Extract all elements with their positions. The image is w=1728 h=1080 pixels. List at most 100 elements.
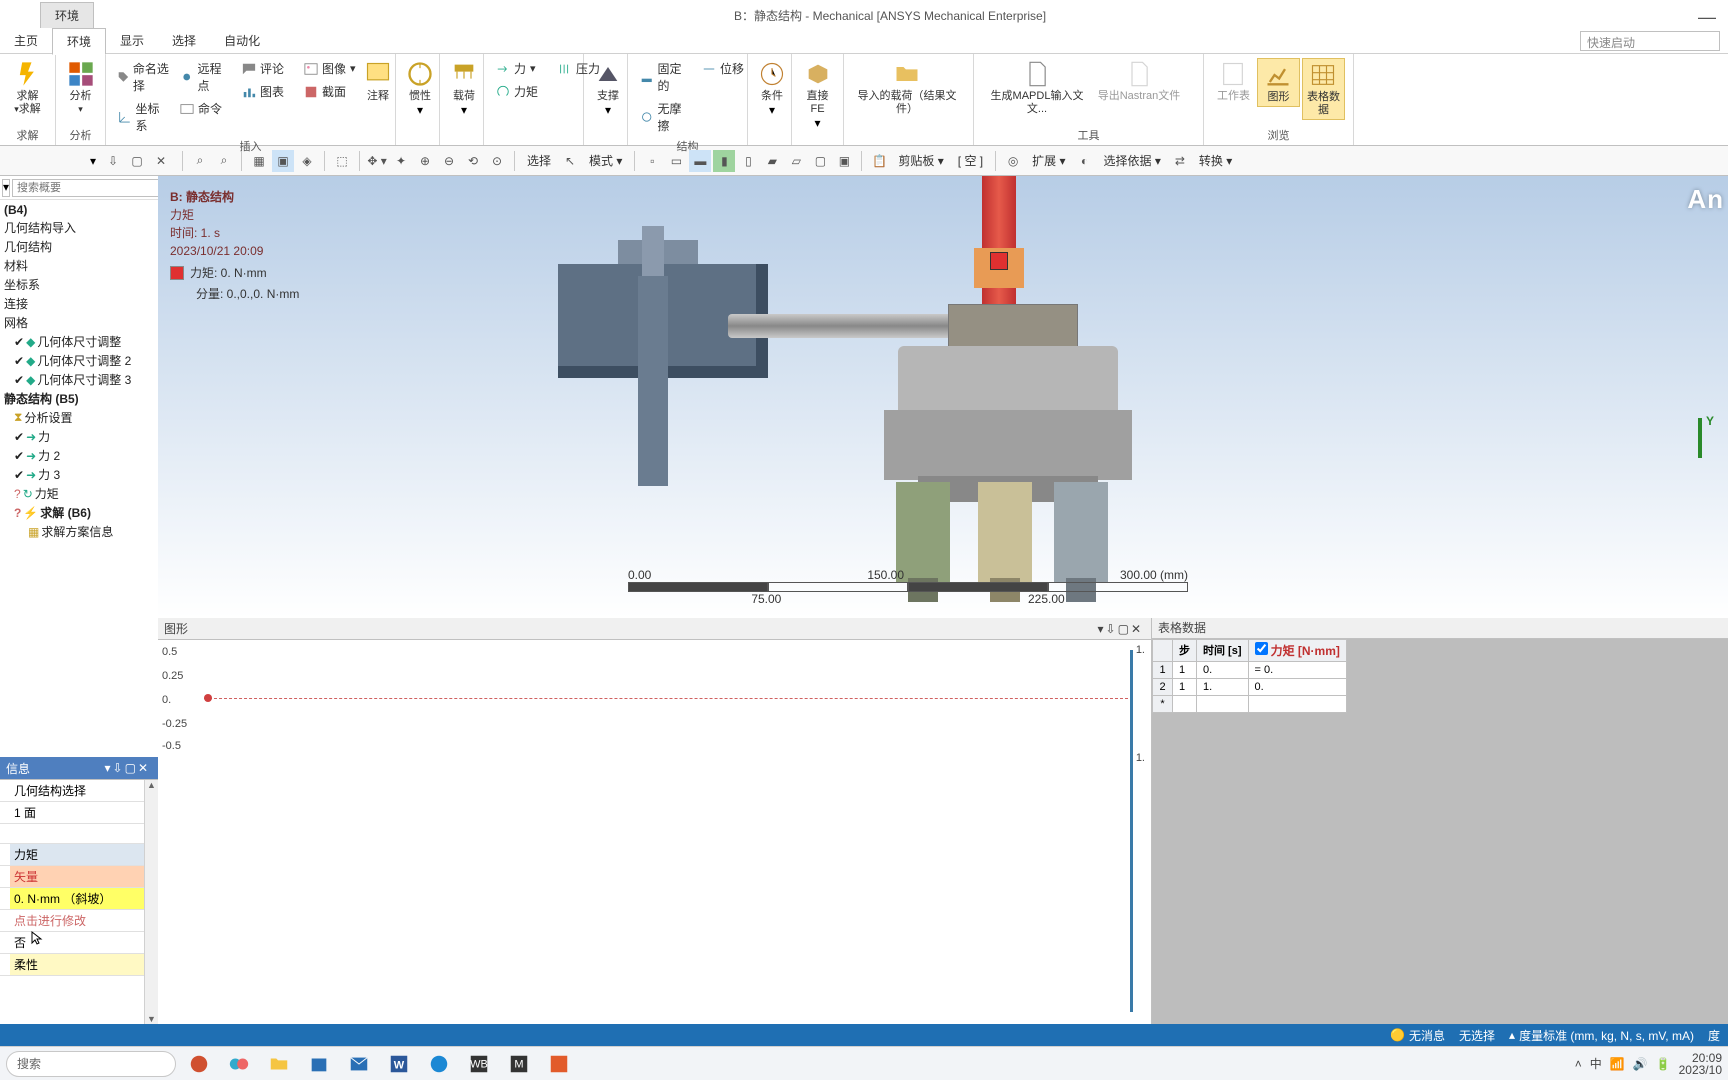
ribbon-tab-environment[interactable]: 环境 [52, 28, 106, 55]
comment-button[interactable]: 评论 [238, 58, 298, 79]
detail-magnitude[interactable]: 0. N·mm （斜坡） [10, 888, 144, 909]
mapdl-button[interactable]: 生成MAPDL输入文文... [982, 58, 1092, 118]
tray-battery-icon[interactable]: 🔋 [1656, 1057, 1671, 1071]
coord-sys-button[interactable]: 坐标系 [114, 98, 174, 136]
table-grid[interactable]: 步时间 [s] 力矩 [N·mm] 110.= 0. 211.0. * [1152, 639, 1728, 1046]
taskbar-mechanical[interactable]: M [502, 1050, 536, 1078]
table-toggle[interactable]: 表格数据 [1302, 58, 1345, 120]
solve-dropdown[interactable]: ▾求解 [14, 103, 41, 116]
graph-close-icon[interactable]: ✕ [1131, 622, 1141, 636]
taskbar-copilot[interactable] [222, 1050, 256, 1078]
sel-face-icon[interactable]: ▬ [689, 150, 711, 172]
details-close-icon[interactable]: ✕ [138, 761, 148, 775]
tree-geometry[interactable]: 几何结构 [0, 237, 158, 256]
section-button[interactable]: 截面 [300, 81, 360, 102]
command-button[interactable]: 命令 [176, 98, 236, 119]
graph-max-icon[interactable]: ▢ [1118, 622, 1129, 636]
taskbar-mail[interactable] [342, 1050, 376, 1078]
graphics-viewport[interactable]: B: 静态结构 力矩 时间: 1. s 2023/10/21 20:09 力矩:… [158, 176, 1728, 618]
named-selection-button[interactable]: 命名选择 [114, 58, 174, 96]
tree-filter-dropdown[interactable]: ▾ [90, 154, 96, 168]
inertia-button[interactable]: 惯性▾ [404, 58, 436, 119]
analyze-button[interactable]: 分析▾ [64, 58, 97, 118]
imported-load-button[interactable]: 导入的载荷（结果文件） [852, 58, 962, 118]
tree-sizing-3[interactable]: ✔◆ 几何体尺寸调整 3 [0, 370, 158, 389]
tree-mesh[interactable]: 网格 [0, 313, 158, 332]
moment-button[interactable]: 力矩 [492, 81, 552, 102]
tree-analysis-settings[interactable]: ⧗ 分析设置 [0, 408, 158, 427]
image-button[interactable]: 图像▾ [300, 58, 360, 79]
tree-root[interactable]: (B4) [0, 202, 158, 218]
frictionless-button[interactable]: 无摩擦 [636, 98, 696, 136]
graph-pin-icon[interactable]: ⇩ [1106, 622, 1116, 636]
zoom-in-icon[interactable]: ⊕ [414, 150, 436, 172]
context-tab[interactable]: 环境 [40, 2, 94, 28]
tree-static-structural[interactable]: 静态结构 (B5) [0, 389, 158, 408]
tray-wifi-icon[interactable]: 📶 [1610, 1057, 1625, 1071]
random-icon[interactable]: ⬚ [331, 150, 353, 172]
detail-scoping-method[interactable]: 几何结构选择 [10, 780, 144, 801]
worksheet-button[interactable]: 工作表 [1212, 58, 1255, 105]
pan-icon[interactable]: ✦ [390, 150, 412, 172]
tree-sizing-2[interactable]: ✔◆ 几何体尺寸调整 2 [0, 351, 158, 370]
close-icon[interactable]: ✕ [150, 150, 172, 172]
zoom-reset-icon[interactable]: ⟲ [462, 150, 484, 172]
sel-node-icon[interactable]: ▯ [737, 150, 759, 172]
sel-elem-icon[interactable]: ▰ [761, 150, 783, 172]
maximize-icon[interactable]: ▢ [126, 150, 148, 172]
details-pin-icon[interactable]: ⇩ [113, 761, 123, 775]
force-button[interactable]: 力 ▾ [492, 58, 552, 79]
detail-behavior[interactable]: 柔性 [10, 954, 144, 975]
zoom-box-icon[interactable]: ⌕ [213, 150, 235, 172]
tray-lang[interactable]: 中 [1590, 1055, 1602, 1072]
load-button[interactable]: 载荷▾ [448, 58, 480, 119]
sel-ext3-icon[interactable]: ▣ [833, 150, 855, 172]
zoom-fit-icon[interactable]: ⌕ [189, 150, 211, 172]
condition-button[interactable]: 条件▾ [756, 58, 788, 119]
detail-geometry[interactable]: 1 面 [10, 802, 144, 823]
support-button[interactable]: 支撑▾ [592, 58, 624, 119]
detail-direction[interactable]: 点击进行修改 [10, 910, 144, 931]
quick-launch-input[interactable]: 快速启动 [1580, 31, 1720, 51]
clipboard-icon[interactable]: 📋 [868, 150, 890, 172]
outline-tree[interactable]: (B4) 几何结构导入 几何结构 材料 坐标系 连接 网格 ✔◆ 几何体尺寸调整… [0, 200, 158, 757]
window-minimize[interactable]: — [1686, 7, 1728, 28]
taskbar-workbench[interactable]: WB [462, 1050, 496, 1078]
sel-ext1-icon[interactable]: ▱ [785, 150, 807, 172]
expand-icon[interactable]: ◎ [1002, 150, 1024, 172]
tree-geom-import[interactable]: 几何结构导入 [0, 218, 158, 237]
wireframe-icon[interactable]: ▦ [248, 150, 270, 172]
status-units[interactable]: ▴ 度量标准 (mm, kg, N, s, mV, mA) [1509, 1027, 1694, 1044]
rotate-icon[interactable]: ✥ ▾ [366, 150, 388, 172]
taskbar-word[interactable]: W [382, 1050, 416, 1078]
nastran-button[interactable]: 导出Nastran文件 [1094, 58, 1184, 105]
tree-solution-info[interactable]: ▦ 求解方案信息 [0, 522, 158, 541]
shaded-icon[interactable]: ▣ [272, 150, 294, 172]
tree-sizing-1[interactable]: ✔◆ 几何体尺寸调整 [0, 332, 158, 351]
tray-volume-icon[interactable]: 🔊 [1633, 1057, 1648, 1071]
sel-vertex-icon[interactable]: ▫ [641, 150, 663, 172]
annotate-button[interactable]: 注释 [362, 58, 394, 105]
tray-chevron-icon[interactable]: ˄ [1575, 1057, 1582, 1071]
graph-dd-icon[interactable]: ▾ [1098, 622, 1104, 636]
moment-col-checkbox[interactable] [1255, 642, 1268, 655]
ribbon-tab-select[interactable]: 选择 [158, 28, 210, 53]
details-max-icon[interactable]: ▢ [125, 761, 136, 775]
tree-search-input[interactable] [12, 179, 164, 197]
clipboard-label[interactable]: 剪贴板 ▾ [892, 152, 949, 169]
taskbar-search[interactable]: 搜索 [6, 1051, 176, 1077]
direct-fe-button[interactable]: 直接FE▾ [800, 58, 835, 132]
zoom-all-icon[interactable]: ⊙ [486, 150, 508, 172]
ribbon-tab-display[interactable]: 显示 [106, 28, 158, 53]
tree-moment[interactable]: ?↻ 力矩 [0, 484, 158, 503]
system-tray[interactable]: ˄ 中 📶 🔊 🔋 20:092023/10 [1575, 1052, 1722, 1076]
taskbar-app-1[interactable] [182, 1050, 216, 1078]
tree-coordsys[interactable]: 坐标系 [0, 275, 158, 294]
details-scrollbar[interactable] [144, 780, 158, 1024]
details-dropdown-icon[interactable]: ▾ [105, 761, 111, 775]
ribbon-tab-home[interactable]: 主页 [0, 28, 52, 53]
convert-icon[interactable]: ⇄ [1169, 150, 1191, 172]
tree-force-2[interactable]: ✔➜ 力 2 [0, 446, 158, 465]
taskbar-edge[interactable] [422, 1050, 456, 1078]
status-no-msg[interactable]: 🟡 无消息 [1390, 1027, 1445, 1044]
